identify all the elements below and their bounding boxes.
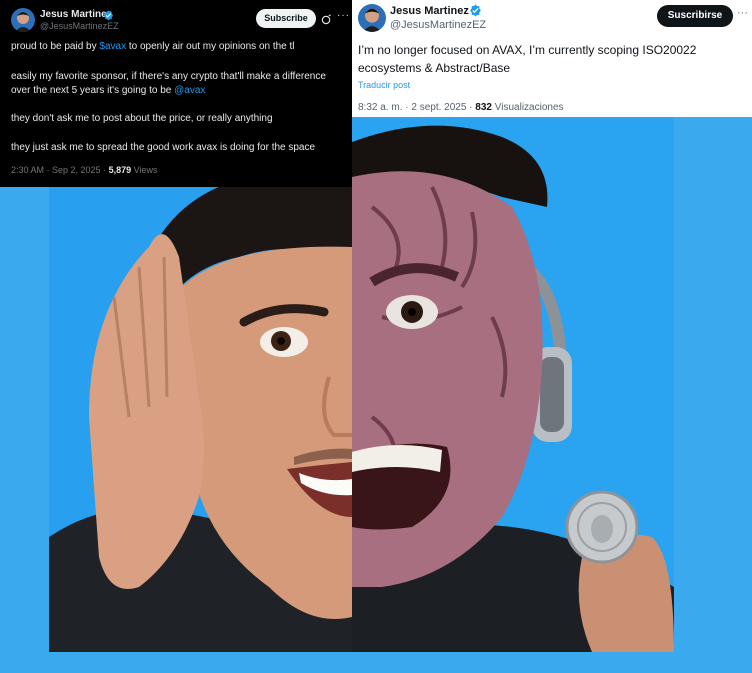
cashtag-link[interactable]: $avax xyxy=(99,41,126,52)
mention-link[interactable]: @avax xyxy=(174,85,205,96)
tweet-text-line: they don't ask me to post about the pric… xyxy=(11,113,273,124)
photo-demon-face xyxy=(352,117,674,652)
tweet-card-pivot: Jesus Martinez @JesusMartinezEZ Suscribi… xyxy=(352,0,752,117)
tweet-timestamp[interactable]: 8:32 a. m. · 2 sept. 2025 · xyxy=(358,102,475,113)
tweet-text-line: proud to be paid by $avax to openly air … xyxy=(11,41,295,52)
translate-post-link[interactable]: Traducir post xyxy=(358,80,410,90)
tweet-meta: 2:30 AM · Sep 2, 2025 · 5,879 Views xyxy=(11,165,158,175)
more-options-icon[interactable]: ··· xyxy=(337,10,350,21)
subscribe-button[interactable]: Suscribirse xyxy=(657,5,733,27)
author-name[interactable]: Jesus Martinez xyxy=(390,5,469,17)
tweet-text: I’m no longer focused on AVAX, I’m curre… xyxy=(358,43,697,75)
more-options-icon[interactable]: ··· xyxy=(737,7,748,19)
avatar[interactable] xyxy=(358,4,386,32)
views-count: 832 xyxy=(475,102,492,113)
author-handle[interactable]: @JesusMartinezEZ xyxy=(40,21,119,31)
tweet-timestamp[interactable]: 2:30 AM · Sep 2, 2025 · xyxy=(11,165,109,175)
tweet-meta: 8:32 a. m. · 2 sept. 2025 · 832 Visualiz… xyxy=(358,102,564,113)
subscribe-button[interactable]: Subscribe xyxy=(256,9,316,28)
avatar[interactable] xyxy=(11,8,35,32)
grok-icon[interactable] xyxy=(321,12,332,30)
meme-photo xyxy=(49,117,674,652)
photo-normal-face xyxy=(49,117,352,652)
tweet-text-line: easily my favorite sponsor, if there's a… xyxy=(11,71,326,82)
tweet-card-sponsor: Jesus Martinez @JesusMartinezEZ Subscrib… xyxy=(0,0,352,187)
author-handle[interactable]: @JesusMartinezEZ xyxy=(390,19,486,31)
tweet-text-line: they just ask me to spread the good work… xyxy=(11,142,316,153)
tweet-text-line: over the next 5 years it's going to be @… xyxy=(11,85,206,96)
views-count: 5,879 xyxy=(108,165,132,175)
author-name[interactable]: Jesus Martinez xyxy=(40,9,112,20)
